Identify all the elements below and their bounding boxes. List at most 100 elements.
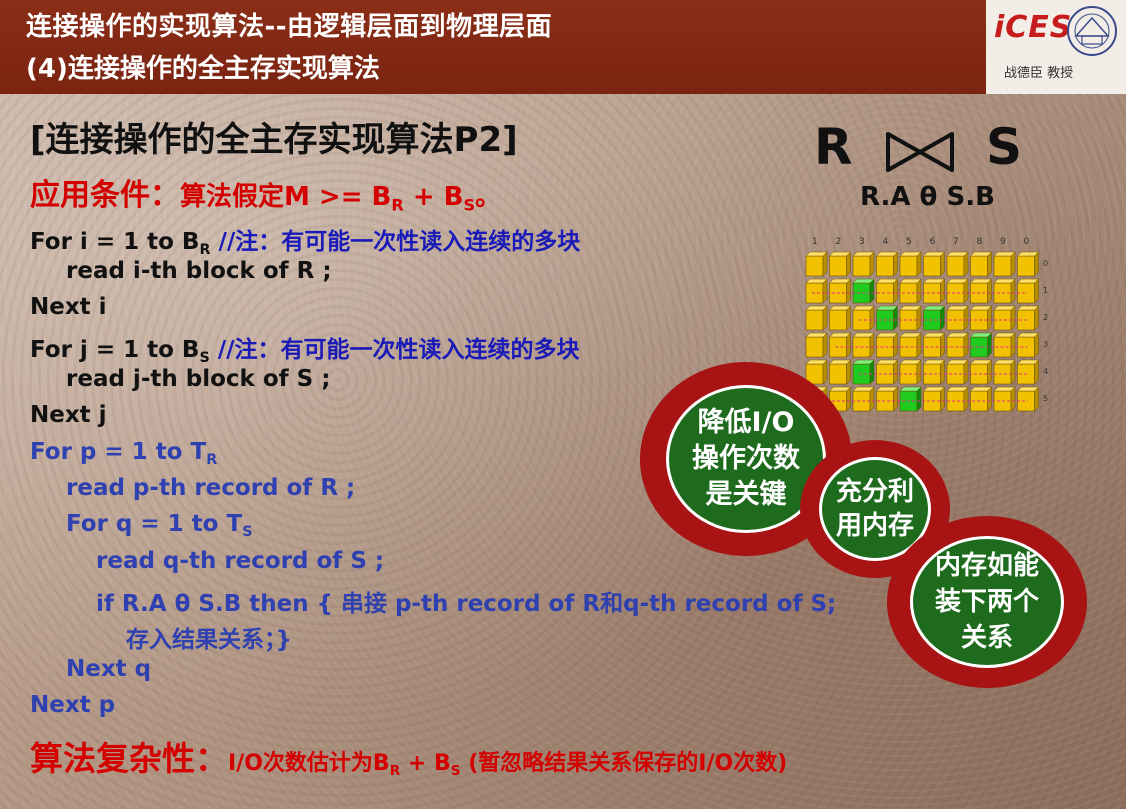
code-line: 存入结果关系；} <box>126 627 292 653</box>
header-title-line2: (4)连接操作的全主存实现算法 <box>26 54 380 84</box>
memory-block <box>993 251 1016 277</box>
grid-row-label: 5 <box>1043 394 1048 403</box>
memory-block <box>922 251 946 277</box>
grid-column-label: 3 <box>859 237 865 247</box>
memory-block <box>946 386 969 412</box>
memory-block <box>899 278 922 304</box>
memory-block <box>969 305 993 331</box>
grid-row-label: 0 <box>1043 259 1048 268</box>
memory-block <box>899 332 922 358</box>
memory-block <box>899 386 922 412</box>
memory-block <box>852 386 875 412</box>
grid-column-label: 6 <box>930 237 936 247</box>
memory-block <box>993 305 1016 331</box>
condition-text-b: + B <box>403 182 464 212</box>
code-line: For q = 1 to TS <box>66 511 253 540</box>
grid-row-label: 3 <box>1043 340 1048 349</box>
memory-block <box>969 251 993 277</box>
grid-column-label: 7 <box>953 237 959 247</box>
complexity-line: 算法复杂性：I/O次数估计为BR + BS (暂忽略结果关系保存的I/O次数) <box>30 739 788 779</box>
memory-block <box>946 332 969 358</box>
join-right-relation: S <box>986 118 1023 176</box>
grid-column-label: 5 <box>906 237 912 247</box>
grid-column-label: 1 <box>812 237 818 247</box>
grid-column-label: 9 <box>1000 237 1006 247</box>
memory-block <box>1016 305 1040 331</box>
code-line: Next j <box>30 402 107 428</box>
memory-block <box>805 305 828 331</box>
condition-label: 应用条件： <box>30 178 180 213</box>
memory-block <box>1016 278 1040 304</box>
code-line: For i = 1 to BR //注：有可能一次性读入连续的多块 <box>30 229 581 258</box>
memory-block <box>805 251 828 277</box>
memory-block <box>875 332 899 358</box>
memory-block-grid: 1 2 3 4 5 6 7 8 9 0 0 1 2 3 4 5 <box>805 237 1048 412</box>
slide-header: 连接操作的实现算法--由逻辑层面到物理层面 (4)连接操作的全主存实现算法 iC… <box>0 0 1126 94</box>
memory-block <box>852 251 875 277</box>
memory-block <box>828 251 852 277</box>
code-line: read q-th record of S ; <box>96 548 385 574</box>
code-line: read i-th block of R ; <box>66 258 332 284</box>
grid-row-label: 1 <box>1043 286 1048 295</box>
memory-block <box>875 305 899 331</box>
memory-block <box>828 278 852 304</box>
memory-block <box>899 251 922 277</box>
logo-author: 战德臣 教授 <box>1004 66 1074 81</box>
condition-text-a: 算法假定M >= B <box>180 182 392 212</box>
memory-block <box>946 305 969 331</box>
code-line: Next q <box>66 656 152 682</box>
code-line: For p = 1 to TR <box>30 439 218 468</box>
memory-block <box>875 278 899 304</box>
memory-block <box>993 359 1016 385</box>
memory-block <box>993 386 1016 412</box>
memory-block <box>1016 359 1040 385</box>
memory-block <box>899 359 922 385</box>
memory-block <box>852 359 875 385</box>
memory-block <box>922 278 946 304</box>
memory-block <box>1016 386 1040 412</box>
ices-logo: iCES <box>994 10 1073 45</box>
grid-row-label: 4 <box>1043 367 1048 376</box>
memory-block <box>922 359 946 385</box>
memory-block <box>946 359 969 385</box>
slide-title: [连接操作的全主存实现算法P2] <box>30 120 518 160</box>
memory-block <box>828 359 852 385</box>
memory-block <box>875 359 899 385</box>
grid-row-label: 2 <box>1043 313 1048 322</box>
memory-block <box>805 278 828 304</box>
grid-column-label: 2 <box>836 237 842 247</box>
memory-block <box>828 305 852 331</box>
logo-area: iCES 战德臣 教授 <box>986 0 1126 94</box>
code-line: Next i <box>30 294 107 320</box>
memory-block <box>946 278 969 304</box>
memory-block <box>852 305 875 331</box>
memory-block <box>899 305 922 331</box>
memory-block <box>969 386 993 412</box>
memory-block <box>828 332 852 358</box>
code-line: read j-th block of S ; <box>66 366 331 392</box>
join-left-relation: R <box>814 118 853 176</box>
header-title-line1: 连接操作的实现算法--由逻辑层面到物理层面 <box>26 12 553 42</box>
grid-column-label: 4 <box>883 237 889 247</box>
university-seal-icon <box>1067 6 1117 56</box>
code-line: Next p <box>30 692 116 718</box>
memory-block <box>805 332 828 358</box>
grid-column-label: 0 <box>1024 237 1030 247</box>
memory-block <box>969 278 993 304</box>
complexity-label: 算法复杂性： <box>30 739 228 778</box>
memory-block <box>993 332 1016 358</box>
memory-block <box>852 278 875 304</box>
grid-column-label: 8 <box>977 237 983 247</box>
memory-block <box>922 386 946 412</box>
memory-block <box>1016 251 1040 277</box>
memory-block <box>922 332 946 358</box>
code-line: For j = 1 to BS //注：有可能一次性读入连续的多块 <box>30 337 580 366</box>
memory-block <box>852 332 875 358</box>
bowtie-join-icon <box>886 132 954 172</box>
memory-block <box>875 386 899 412</box>
condition-sub-b: S <box>463 195 476 215</box>
condition-line: 应用条件：算法假定M >= BR + BS。 <box>30 170 501 215</box>
code-line: if R.A θ S.B then { 串接 p-th record of R和… <box>96 591 837 617</box>
join-symbol: R S <box>814 118 1034 188</box>
condition-text-c: 。 <box>475 182 502 212</box>
